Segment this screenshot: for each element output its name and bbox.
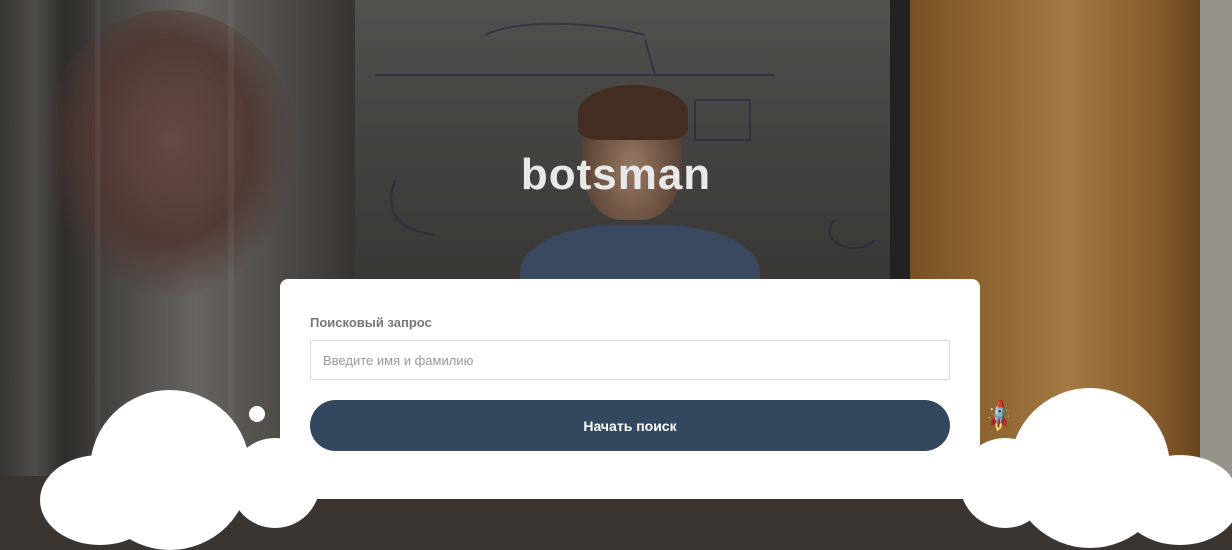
search-input[interactable] xyxy=(310,340,950,380)
search-card: Поисковый запрос Начать поиск xyxy=(280,279,980,499)
start-search-button[interactable]: Начать поиск xyxy=(310,400,950,451)
decor-dot-icon xyxy=(249,406,265,422)
search-label: Поисковый запрос xyxy=(310,315,432,330)
brand-logo-text: botsman xyxy=(520,150,712,199)
